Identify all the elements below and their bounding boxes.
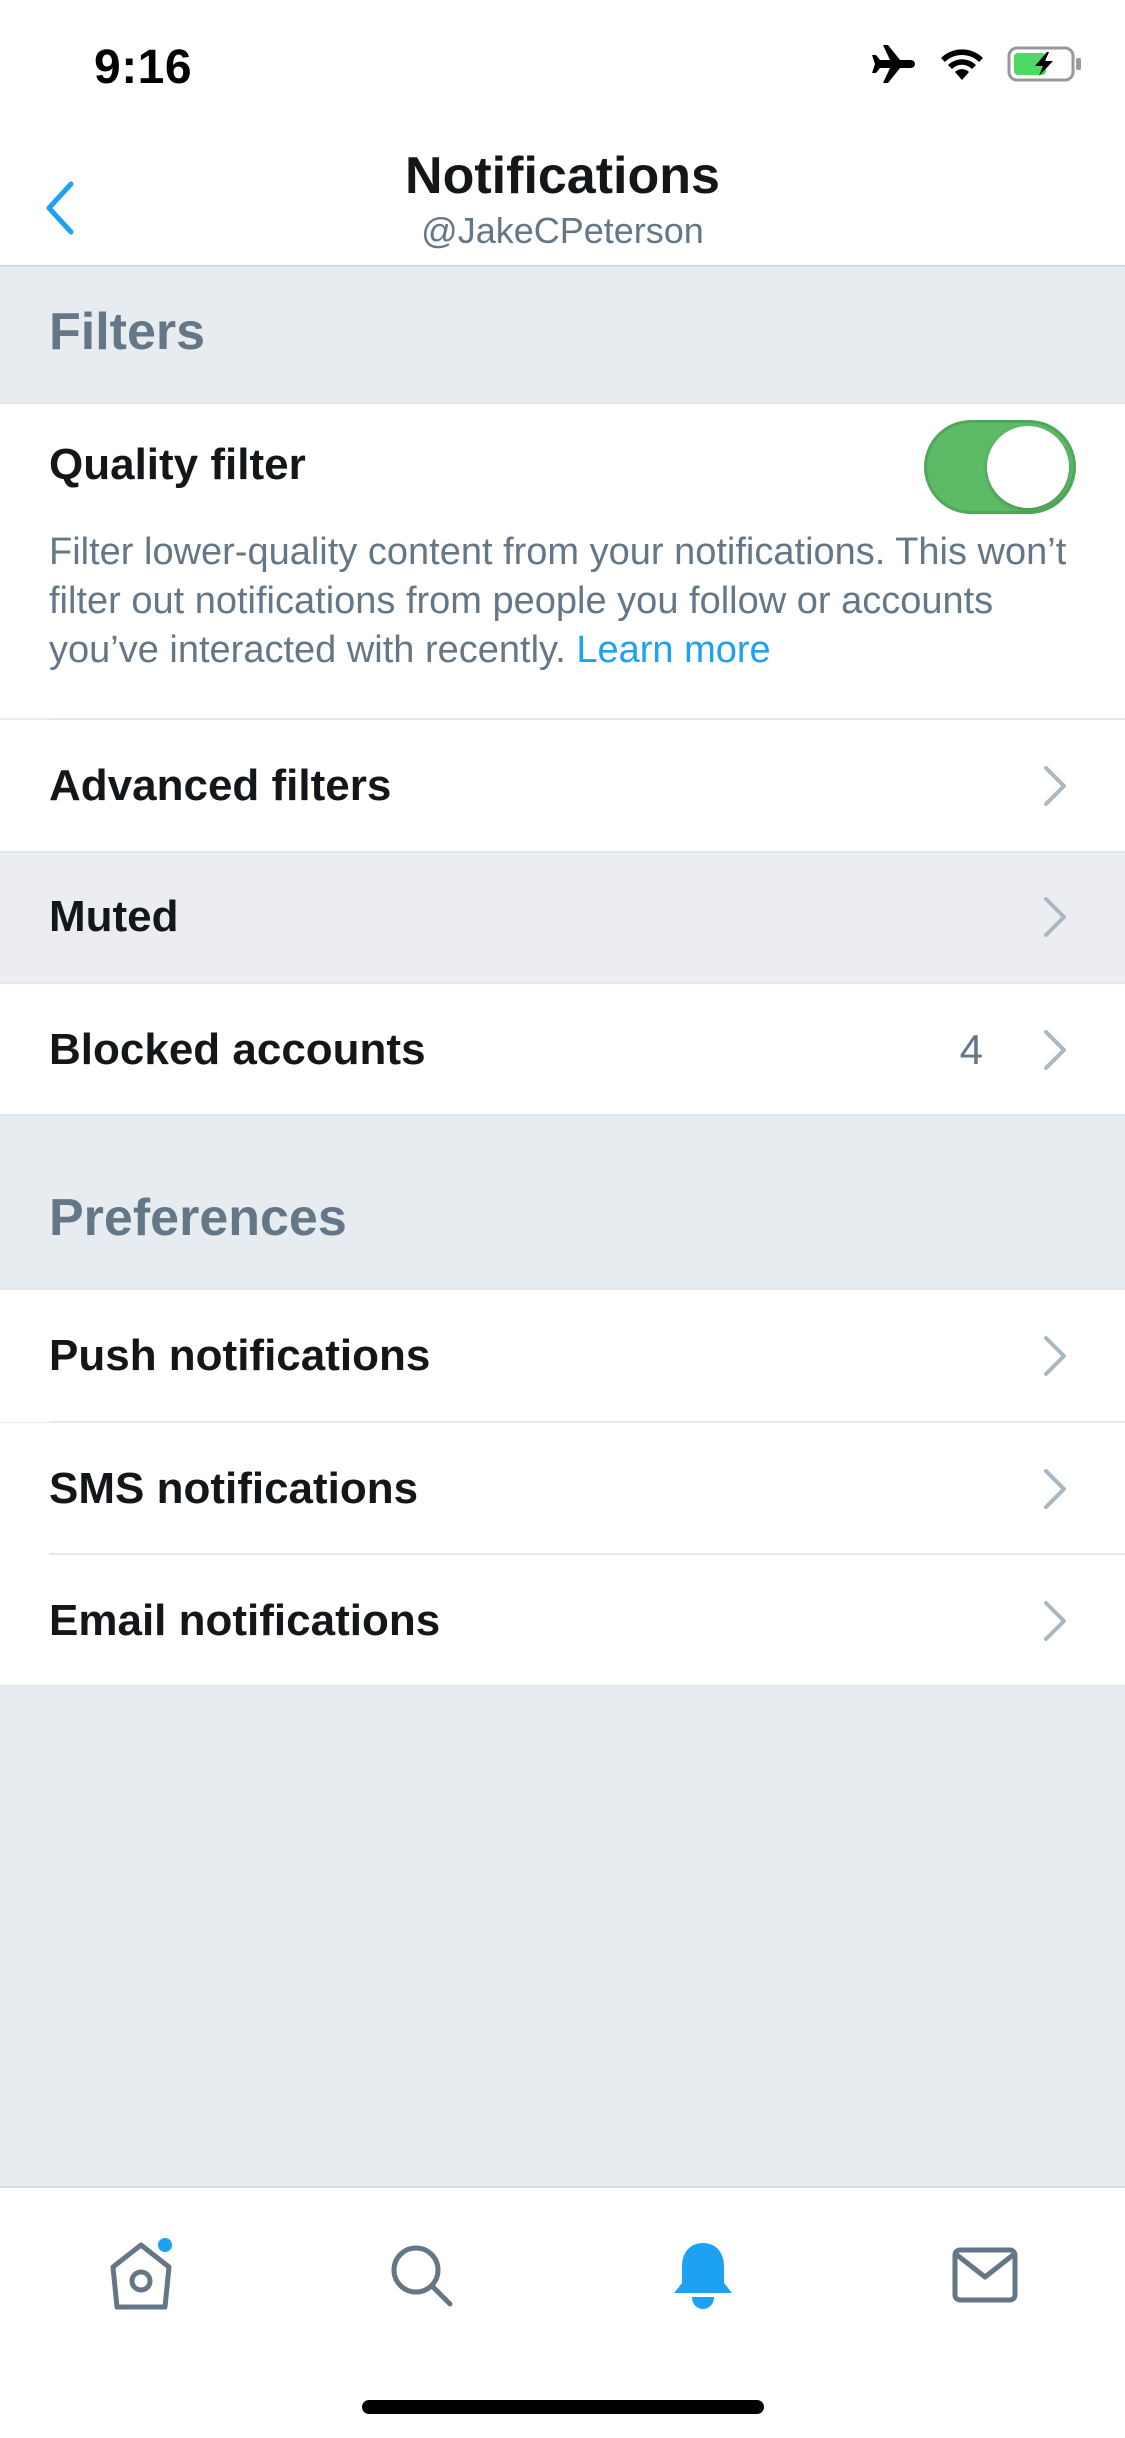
- quality-filter-label: Quality filter: [49, 440, 306, 489]
- chevron-right-icon: [1044, 766, 1066, 806]
- tab-notifications[interactable]: [658, 2232, 748, 2322]
- airplane-icon: [871, 44, 917, 89]
- quality-filter-toggle[interactable]: [924, 420, 1076, 514]
- push-notifications-row[interactable]: Push notifications: [0, 1290, 1125, 1422]
- wifi-icon: [939, 46, 985, 87]
- page-subtitle: @JakeCPeterson: [421, 210, 704, 251]
- sms-notifications-label: SMS notifications: [49, 1464, 419, 1513]
- divider: [0, 851, 1125, 853]
- preferences-section-header: Preferences: [0, 1116, 1125, 1288]
- preferences-header-label: Preferences: [49, 1189, 347, 1247]
- quality-filter-description: Filter lower-quality content from your n…: [49, 528, 1089, 675]
- chevron-right-icon: [1044, 897, 1066, 937]
- toggle-knob: [987, 426, 1069, 508]
- email-notifications-row[interactable]: Email notifications: [0, 1555, 1125, 1687]
- sms-notifications-row[interactable]: SMS notifications: [0, 1423, 1125, 1555]
- chevron-right-icon: [1044, 1469, 1066, 1509]
- blocked-accounts-row[interactable]: Blocked accounts 4: [0, 984, 1125, 1116]
- learn-more-link[interactable]: Learn more: [576, 629, 770, 671]
- status-time: 9:16: [94, 41, 193, 94]
- home-icon: [105, 2237, 177, 2318]
- filters-header-label: Filters: [49, 303, 206, 361]
- home-indicator: [362, 2400, 764, 2414]
- tab-home[interactable]: [96, 2232, 186, 2322]
- advanced-filters-row[interactable]: Advanced filters: [0, 720, 1125, 852]
- divider: [0, 402, 1125, 404]
- email-notifications-label: Email notifications: [49, 1596, 441, 1645]
- blocked-accounts-label: Blocked accounts: [49, 1025, 426, 1074]
- tab-search[interactable]: [376, 2232, 466, 2322]
- quality-filter-description-text: Filter lower-quality content from your n…: [49, 531, 1067, 671]
- page-title: Notifications: [405, 147, 720, 205]
- chevron-right-icon: [1044, 1336, 1066, 1376]
- messages-icon: [952, 2247, 1018, 2308]
- filters-section-header: Filters: [0, 267, 1125, 402]
- search-icon: [388, 2242, 454, 2313]
- status-icons: [871, 44, 1083, 89]
- chevron-right-icon: [1044, 1030, 1066, 1070]
- push-notifications-label: Push notifications: [49, 1331, 431, 1380]
- status-bar: 9:16: [0, 0, 1125, 130]
- muted-label: Muted: [49, 892, 179, 941]
- blocked-accounts-count: 4: [959, 1026, 983, 1073]
- advanced-filters-label: Advanced filters: [49, 761, 392, 810]
- chevron-right-icon: [1044, 1601, 1066, 1641]
- divider: [0, 1685, 1125, 1687]
- nav-bar: Notifications @JakeCPeterson: [0, 130, 1125, 267]
- notifications-icon: [670, 2239, 736, 2316]
- tab-messages[interactable]: [940, 2232, 1030, 2322]
- battery-charging-icon: [1007, 46, 1083, 87]
- muted-row[interactable]: Muted: [0, 851, 1125, 983]
